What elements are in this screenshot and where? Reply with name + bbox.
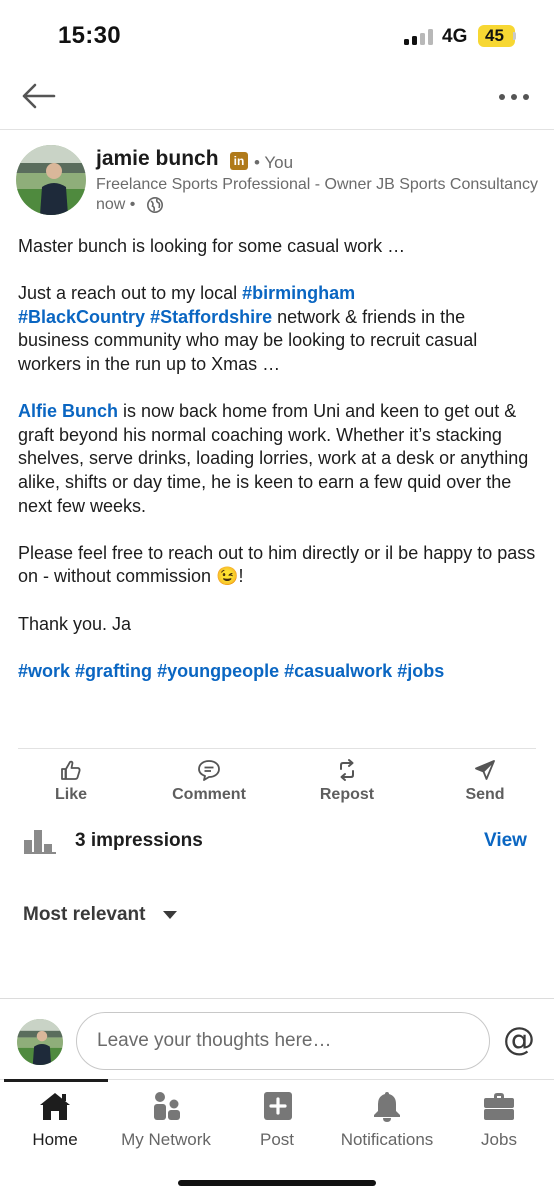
author-name[interactable]: jamie bunch: [96, 147, 219, 171]
battery-level: 45: [485, 26, 504, 45]
comment-icon: [198, 760, 220, 781]
author-avatar[interactable]: [16, 145, 86, 215]
repost-icon: [340, 759, 354, 781]
hashtag-line: #work #grafting #youngpeople #casualwork…: [18, 660, 538, 684]
status-time: 15:30: [58, 22, 121, 49]
nav-home-label: Home: [32, 1130, 78, 1149]
comment-input[interactable]: [76, 1012, 490, 1070]
briefcase-icon: [484, 1093, 514, 1120]
post-text: Just a reach out to my local: [18, 283, 243, 304]
send-button[interactable]: Send: [430, 758, 540, 806]
network-type: 4G: [442, 26, 468, 47]
comment-button[interactable]: Comment: [154, 758, 264, 806]
hashtag-link[interactable]: #casualwork: [284, 661, 392, 681]
post-body: Master bunch is looking for some casual …: [18, 235, 538, 707]
header-divider: [0, 129, 554, 130]
active-tab-indicator: [4, 1079, 108, 1082]
repost-button[interactable]: Repost: [292, 758, 402, 806]
caret-down-icon[interactable]: [163, 911, 177, 919]
impressions-count: 3 impressions: [75, 830, 203, 851]
more-horizontal-icon: [499, 94, 529, 100]
linkedin-premium-badge: in: [230, 152, 248, 170]
send-label: Send: [465, 786, 505, 803]
like-button[interactable]: Like: [16, 758, 126, 806]
signal-icon: [404, 29, 434, 45]
post-paragraph: Alfie Bunch is now back home from Uni an…: [18, 400, 538, 518]
hashtag-link[interactable]: #grafting: [75, 661, 152, 681]
people-icon: [154, 1092, 180, 1120]
status-bar: 15:30 4G 45: [0, 0, 554, 70]
nav-jobs-label: Jobs: [481, 1130, 517, 1149]
globe-icon: [147, 197, 163, 213]
post-paragraph: Just a reach out to my local #birmingham…: [18, 282, 538, 376]
post-paragraph: Master bunch is looking for some casual …: [18, 236, 406, 256]
nav-my-network-label: My Network: [121, 1130, 211, 1149]
battery-nub: [513, 32, 516, 40]
back-button[interactable]: [18, 78, 58, 114]
view-analytics-link[interactable]: View: [484, 830, 527, 852]
avatar-photo: [17, 1019, 63, 1065]
bar-chart-icon: [24, 830, 56, 854]
avatar-photo: [16, 145, 86, 215]
nav-notifications[interactable]: Notifications: [334, 1090, 440, 1152]
arrow-left-icon: [22, 83, 56, 109]
repost-label: Repost: [319, 786, 375, 803]
post-time: now •: [96, 196, 136, 213]
author-relation: • You: [254, 153, 294, 172]
post-paragraph: Please feel free to reach out to him dir…: [18, 542, 536, 587]
user-avatar: [17, 1019, 63, 1065]
battery-icon: 45: [478, 25, 515, 47]
comment-bar-divider: [0, 998, 554, 999]
plus-box-icon: [264, 1092, 292, 1120]
bell-icon: [374, 1092, 400, 1122]
nav-notifications-label: Notifications: [340, 1130, 434, 1149]
mention-button[interactable]: @: [503, 1020, 535, 1058]
hashtag-link[interactable]: #jobs: [397, 661, 444, 681]
nav-home[interactable]: Home: [24, 1090, 86, 1152]
thumbs-up-icon: [61, 760, 81, 780]
nav-post-label: Post: [259, 1130, 295, 1149]
hashtag-link[interactable]: #Staffordshire: [150, 307, 272, 327]
author-headline: Freelance Sports Professional - Owner JB…: [96, 176, 538, 193]
nav-post[interactable]: Post: [246, 1090, 308, 1152]
home-icon: [40, 1093, 70, 1120]
nav-jobs[interactable]: Jobs: [468, 1090, 530, 1152]
hashtag-link[interactable]: #youngpeople: [157, 661, 279, 681]
send-icon: [475, 760, 495, 780]
hashtag-link[interactable]: #BlackCountry: [18, 307, 145, 327]
more-options-button[interactable]: [494, 84, 534, 110]
post-paragraph: Thank you. Ja: [18, 613, 132, 634]
hashtag-link[interactable]: #work: [18, 661, 70, 681]
mention-link[interactable]: Alfie Bunch: [18, 401, 118, 421]
home-indicator: [178, 1180, 376, 1186]
like-label: Like: [54, 786, 87, 803]
comment-label: Comment: [172, 786, 246, 803]
actions-divider: [18, 748, 536, 749]
nav-my-network[interactable]: My Network: [116, 1090, 216, 1152]
sort-comments-dropdown[interactable]: Most relevant: [23, 904, 145, 926]
hashtag-link[interactable]: #birmingham: [242, 283, 355, 303]
